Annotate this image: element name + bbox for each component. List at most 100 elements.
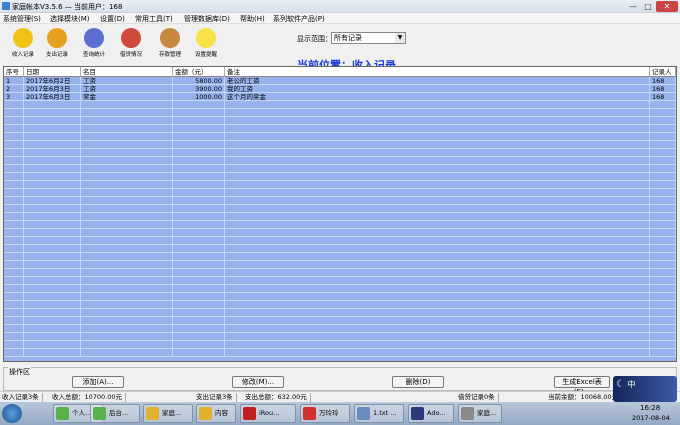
table-row[interactable] bbox=[4, 261, 676, 269]
table-row[interactable] bbox=[4, 165, 676, 173]
col-index[interactable]: 序号 bbox=[4, 67, 24, 77]
table-row[interactable] bbox=[4, 333, 676, 341]
table-row[interactable] bbox=[4, 229, 676, 237]
table-row[interactable] bbox=[4, 277, 676, 285]
row-category bbox=[81, 253, 173, 261]
row-note bbox=[225, 229, 650, 237]
row-amount bbox=[173, 333, 225, 341]
row-date bbox=[24, 157, 81, 165]
table-row[interactable] bbox=[4, 157, 676, 165]
deposit-manage-button[interactable]: 存款管理 bbox=[154, 26, 186, 62]
table-row[interactable] bbox=[4, 341, 676, 349]
task-item[interactable]: 后台... bbox=[90, 404, 140, 423]
row-amount: 5800.00 bbox=[173, 77, 225, 85]
row-category bbox=[81, 173, 173, 181]
table-row[interactable] bbox=[4, 173, 676, 181]
row-note bbox=[225, 173, 650, 181]
menu-tools[interactable]: 常用工具(T) bbox=[135, 14, 173, 24]
table-row[interactable] bbox=[4, 221, 676, 229]
table-row[interactable] bbox=[4, 181, 676, 189]
table-row[interactable] bbox=[4, 205, 676, 213]
table-row[interactable] bbox=[4, 189, 676, 197]
irp-icon bbox=[243, 407, 256, 420]
col-date[interactable]: 日期 bbox=[24, 67, 81, 77]
export-excel-button[interactable]: 生成Excel表(E)... bbox=[554, 376, 610, 396]
add-button[interactable]: 添加(A)... bbox=[72, 376, 124, 388]
table-row[interactable] bbox=[4, 117, 676, 125]
table-row[interactable] bbox=[4, 213, 676, 221]
row-category bbox=[81, 229, 173, 237]
start-button[interactable] bbox=[2, 404, 22, 423]
table-row[interactable] bbox=[4, 317, 676, 325]
col-recorder[interactable]: 记录人 bbox=[650, 67, 676, 77]
menu-module[interactable]: 选择模块(M) bbox=[50, 14, 90, 24]
table-row[interactable]: 2 2017年6月3日 工资 3900.00 我的工资 168 bbox=[4, 85, 676, 93]
table-row[interactable] bbox=[4, 349, 676, 357]
task-item[interactable]: 1.txt ... bbox=[354, 404, 404, 423]
table-row[interactable] bbox=[4, 149, 676, 157]
row-index bbox=[4, 173, 24, 181]
maximize-button[interactable]: □ bbox=[641, 1, 655, 12]
query-stats-button[interactable]: 查询统计 bbox=[78, 26, 110, 62]
task-item[interactable]: Ado... bbox=[408, 404, 454, 423]
task-item[interactable]: iRou... bbox=[240, 404, 296, 423]
table-row[interactable] bbox=[4, 309, 676, 317]
menu-system[interactable]: 系统管理(S) bbox=[3, 14, 41, 24]
delete-button[interactable]: 删除(D) bbox=[392, 376, 444, 388]
row-date bbox=[24, 301, 81, 309]
row-category: 工资 bbox=[81, 77, 173, 85]
edit-button[interactable]: 修改(M)... bbox=[232, 376, 284, 388]
desktop-widget[interactable]: ☾ 中 bbox=[613, 376, 677, 402]
row-date bbox=[24, 189, 81, 197]
chevron-down-icon[interactable]: ▼ bbox=[395, 33, 405, 43]
col-note[interactable]: 备注 bbox=[225, 67, 650, 77]
table-row[interactable] bbox=[4, 125, 676, 133]
table-row[interactable] bbox=[4, 197, 676, 205]
menu-products[interactable]: 系列软件产品(P) bbox=[273, 14, 325, 24]
table-row[interactable] bbox=[4, 109, 676, 117]
table-row[interactable] bbox=[4, 133, 676, 141]
weibo-icon bbox=[303, 407, 316, 420]
range-select[interactable]: 所有记录 ▼ bbox=[331, 32, 406, 44]
table-row[interactable] bbox=[4, 237, 676, 245]
row-note bbox=[225, 133, 650, 141]
task-item[interactable]: 内容 bbox=[196, 404, 236, 423]
task-item[interactable]: 万玲玲 bbox=[300, 404, 350, 423]
close-button[interactable]: ✕ bbox=[656, 1, 678, 12]
table-row[interactable] bbox=[4, 285, 676, 293]
table-row[interactable]: 3 2017年6月3日 奖金 1000.00 这个月的奖金 168 bbox=[4, 93, 676, 101]
menu-settings[interactable]: 设置(D) bbox=[100, 14, 125, 24]
table-row[interactable] bbox=[4, 253, 676, 261]
loan-status-button[interactable]: 借贷情况 bbox=[115, 26, 147, 62]
task-item[interactable]: 家庭... bbox=[143, 404, 193, 423]
col-amount[interactable]: 金额（元） bbox=[173, 67, 225, 77]
taskbar: 个人... 后台... 家庭... 内容 iRou... 万玲玲 1.txt .… bbox=[0, 402, 680, 425]
table-row[interactable] bbox=[4, 141, 676, 149]
income-record-button[interactable]: 收入记录 bbox=[7, 26, 39, 62]
minimize-button[interactable]: — bbox=[626, 1, 640, 12]
records-table[interactable]: 序号 日期 名目 金额（元） 备注 记录人 1 2017年6月2日 工资 5800.0… bbox=[3, 66, 677, 362]
row-recorder bbox=[650, 173, 676, 181]
table-row[interactable] bbox=[4, 245, 676, 253]
menu-help[interactable]: 帮助(H) bbox=[240, 14, 265, 24]
table-row[interactable] bbox=[4, 269, 676, 277]
col-category[interactable]: 名目 bbox=[81, 67, 173, 77]
expense-record-button[interactable]: 支出记录 bbox=[41, 26, 73, 62]
app-icon bbox=[2, 2, 10, 10]
clock-date[interactable]: 2017-08-04 bbox=[632, 414, 670, 422]
table-row[interactable] bbox=[4, 293, 676, 301]
row-date bbox=[24, 245, 81, 253]
set-reminder-button[interactable]: 设置提醒 bbox=[190, 26, 222, 62]
table-row[interactable] bbox=[4, 301, 676, 309]
row-note bbox=[225, 269, 650, 277]
task-item[interactable]: 家庭... bbox=[458, 404, 502, 423]
menu-database[interactable]: 管理数据库(D) bbox=[184, 14, 230, 24]
row-index: 2 bbox=[4, 85, 24, 93]
row-note bbox=[225, 261, 650, 269]
row-note bbox=[225, 221, 650, 229]
table-row[interactable] bbox=[4, 325, 676, 333]
clock-time[interactable]: 16:28 bbox=[640, 404, 660, 412]
table-row[interactable] bbox=[4, 101, 676, 109]
table-row[interactable]: 1 2017年6月2日 工资 5800.00 老公的工资 168 bbox=[4, 77, 676, 85]
row-amount bbox=[173, 293, 225, 301]
